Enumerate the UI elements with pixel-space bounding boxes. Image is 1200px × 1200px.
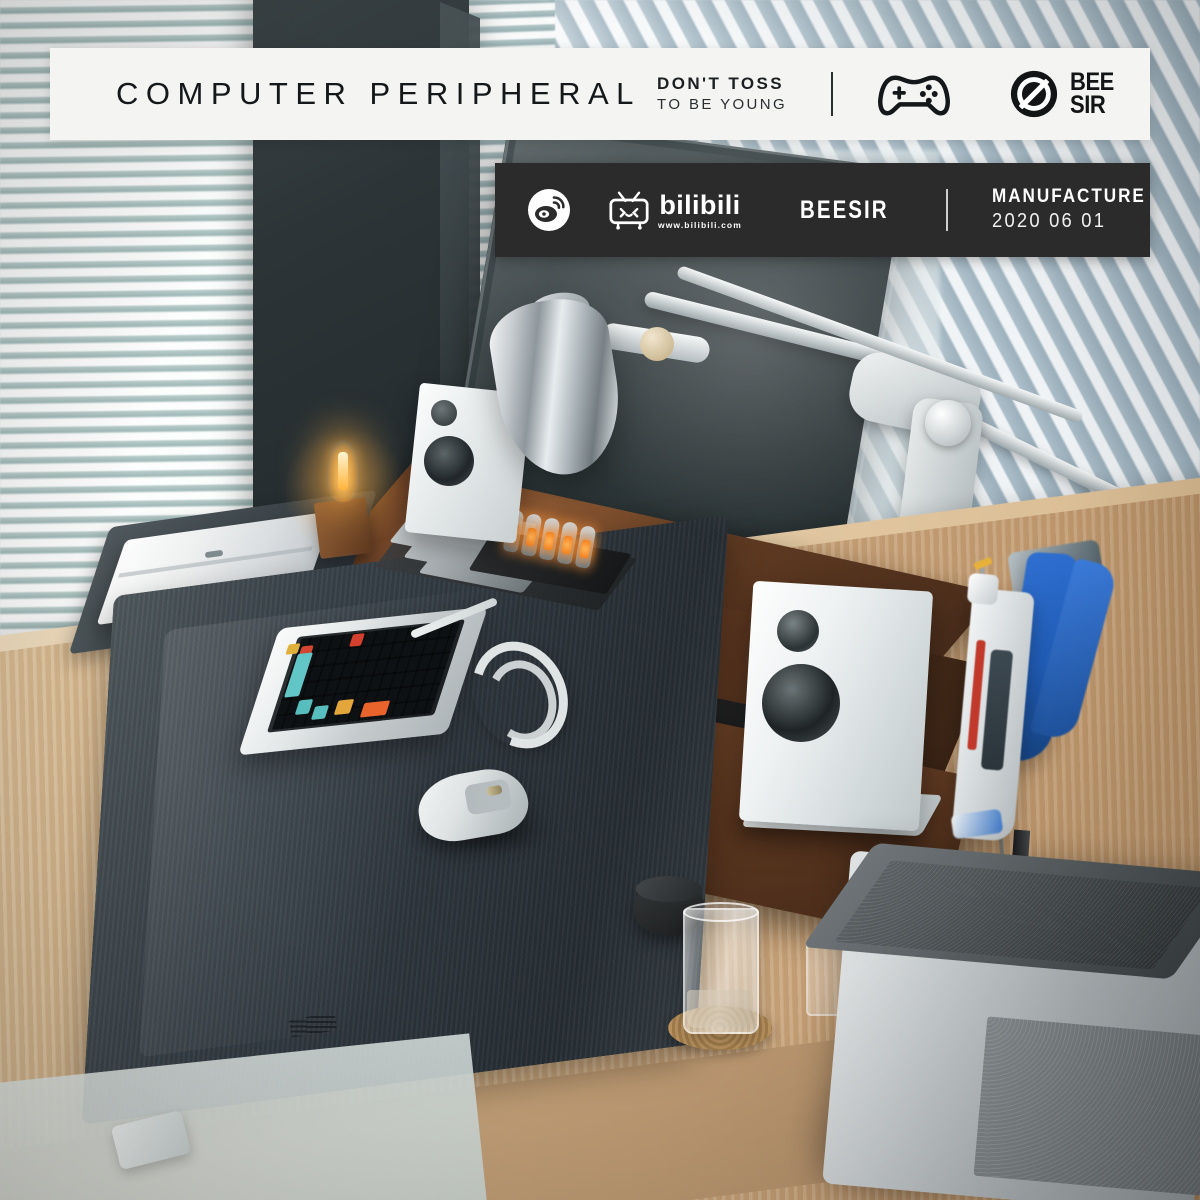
edison-bulb-filament bbox=[338, 452, 348, 490]
beesir-logo: BEE SIR bbox=[1009, 69, 1150, 119]
manufacture-block: MANUFACTURE 2020 06 01 bbox=[992, 185, 1163, 234]
gamepad-icon bbox=[878, 75, 951, 116]
round-puck-top bbox=[636, 876, 702, 902]
manufacture-date: 2020 06 01 bbox=[991, 210, 1107, 233]
primary-banner: COMPUTER PERIPHERAL DON'T TOSS TO BE YOU… bbox=[50, 48, 1150, 140]
poster-image: COMPUTER PERIPHERAL DON'T TOSS TO BE YOU… bbox=[0, 0, 1200, 1200]
speaker-right-tweeter bbox=[777, 610, 819, 652]
bilibili-url: www.bilibili.com bbox=[658, 220, 742, 230]
banner-divider bbox=[831, 72, 834, 116]
bilibili-logo: bilibili www.bilibili.com bbox=[607, 190, 742, 230]
gundam-head bbox=[966, 572, 1000, 606]
speaker-left-woofer bbox=[424, 436, 474, 486]
beesir-wordmark: BEE SIR bbox=[1070, 70, 1114, 119]
page-title: COMPUTER PERIPHERAL bbox=[116, 76, 641, 111]
tagline-line-2: TO BE YOUNG bbox=[657, 96, 788, 114]
bilibili-wordmark: bilibili bbox=[659, 190, 741, 221]
glass-contents bbox=[687, 990, 751, 1028]
manufacture-label: MANUFACTURE bbox=[991, 186, 1146, 208]
beesir-word-line-2: SIR bbox=[1070, 91, 1106, 119]
speaker-right-woofer bbox=[762, 664, 840, 742]
glass-rim bbox=[683, 902, 759, 922]
no-entry-circle-icon bbox=[1011, 70, 1058, 118]
pc-case-front-mesh bbox=[973, 1016, 1200, 1196]
tagline: DON'T TOSS TO BE YOUNG bbox=[657, 73, 787, 115]
weibo-icon bbox=[528, 189, 570, 231]
bilibili-tv-icon bbox=[609, 191, 649, 230]
secondary-banner-divider bbox=[945, 189, 948, 231]
tagline-line-1: DON'T TOSS bbox=[657, 73, 784, 93]
secondary-banner: bilibili www.bilibili.com BEESIR MANUFAC… bbox=[495, 163, 1150, 257]
brand-name: BEESIR bbox=[799, 195, 889, 224]
edison-lamp-base bbox=[313, 497, 373, 559]
speaker-left-tweeter bbox=[431, 400, 457, 426]
bilibili-text-lockup: bilibili www.bilibili.com bbox=[658, 190, 742, 230]
